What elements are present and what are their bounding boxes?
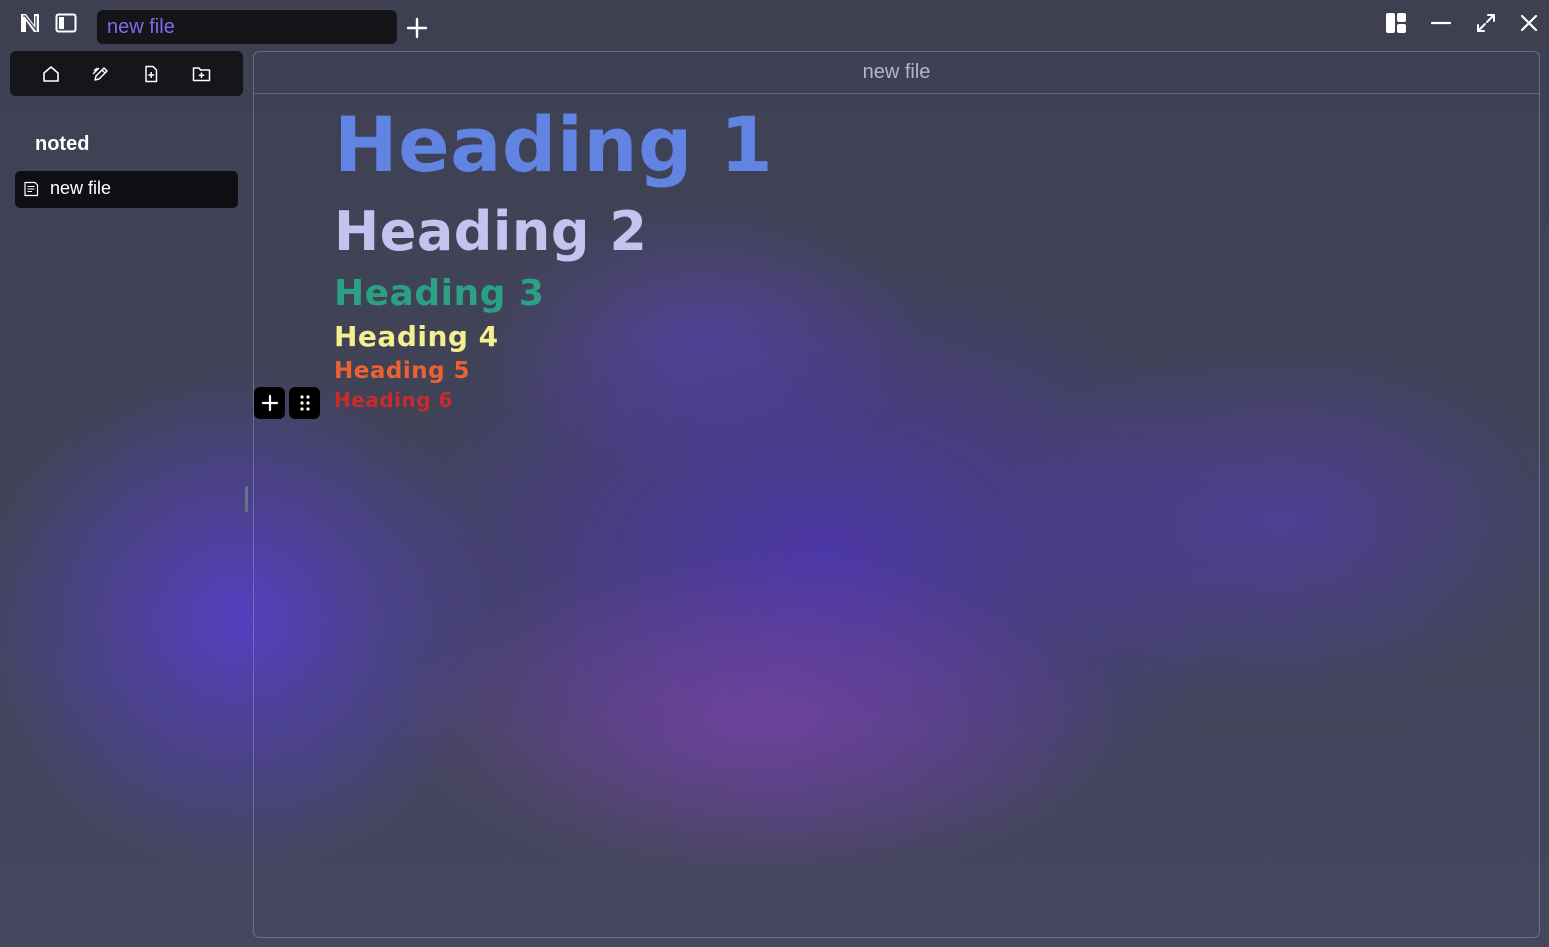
- sidebar-resize-handle[interactable]: [245, 486, 248, 512]
- sidebar-toolbar: [10, 51, 243, 96]
- edit-icon[interactable]: [90, 63, 112, 85]
- sidebar-toggle-icon[interactable]: [55, 12, 77, 34]
- tab-label: new file: [107, 15, 175, 38]
- drag-handle-button[interactable]: [289, 387, 320, 419]
- heading-1[interactable]: Heading 1: [334, 100, 773, 190]
- editor-header: new file: [254, 52, 1539, 94]
- new-tab-button[interactable]: [405, 16, 429, 40]
- document-icon: [24, 181, 39, 197]
- maximize-button[interactable]: [1473, 11, 1499, 35]
- minimize-button[interactable]: [1428, 11, 1454, 35]
- workspace-title: noted: [35, 133, 90, 155]
- heading-5[interactable]: Heading 5: [334, 357, 470, 385]
- heading-4[interactable]: Heading 4: [334, 320, 499, 354]
- drag-handle-icon: [299, 395, 310, 411]
- sidebar-item-new-file[interactable]: new file: [15, 171, 238, 208]
- home-icon[interactable]: [40, 63, 62, 85]
- layout-icon: [1386, 13, 1406, 33]
- add-block-button[interactable]: [254, 387, 285, 419]
- new-file-icon[interactable]: [140, 63, 162, 85]
- heading-2[interactable]: Heading 2: [334, 200, 647, 264]
- new-folder-icon[interactable]: [190, 63, 212, 85]
- title-bar: new file: [0, 0, 1549, 48]
- sidebar-item-label: new file: [50, 178, 112, 198]
- heading-3[interactable]: Heading 3: [334, 273, 544, 315]
- app-logo-icon[interactable]: [19, 12, 41, 34]
- plus-icon: [261, 394, 278, 412]
- close-button[interactable]: [1516, 11, 1542, 35]
- editor-title: new file: [862, 61, 931, 83]
- tab-new-file[interactable]: new file: [97, 10, 397, 44]
- plus-icon: [406, 17, 428, 39]
- maximize-icon: [1477, 14, 1495, 32]
- heading-6[interactable]: Heading 6: [334, 388, 453, 412]
- minimize-icon: [1430, 21, 1452, 25]
- layout-button[interactable]: [1383, 11, 1409, 35]
- close-icon: [1520, 14, 1538, 32]
